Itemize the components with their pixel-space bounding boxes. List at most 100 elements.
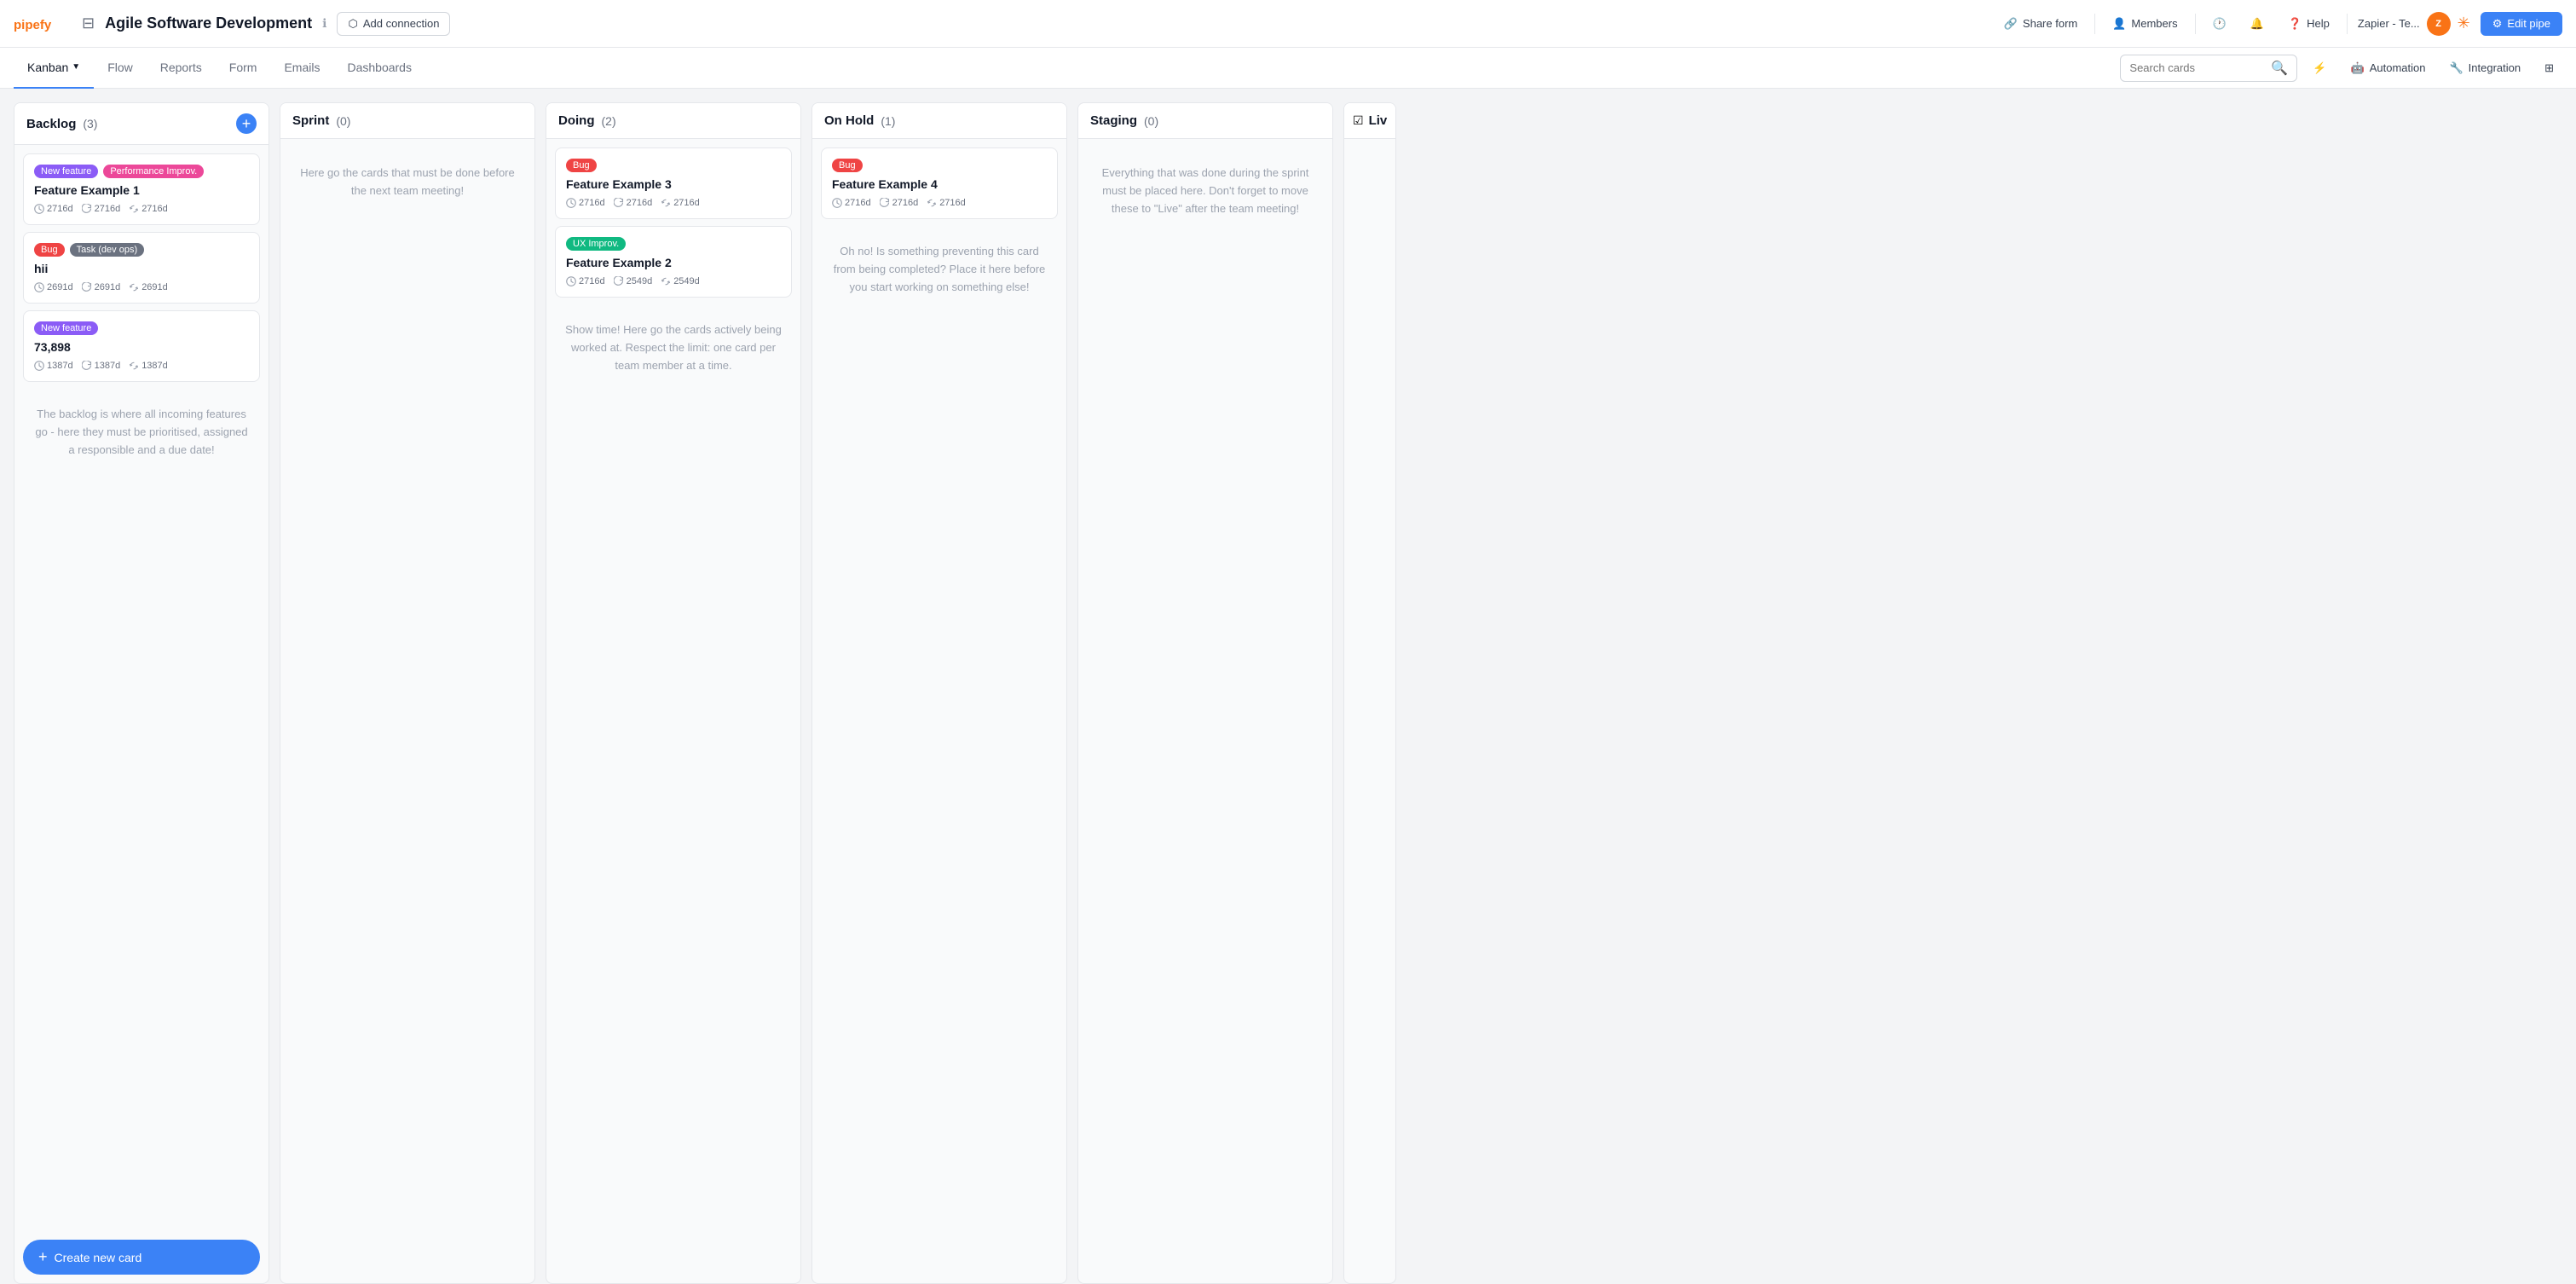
column-body-doing: Bug Feature Example 3 2716d 2716d 2716d UX Im… bbox=[546, 139, 800, 1283]
members-button[interactable]: 👤 Members bbox=[2105, 13, 2184, 35]
logo[interactable]: pipefy bbox=[14, 16, 65, 32]
card-backlog-2[interactable]: New feature73,8981387d1387d1387d bbox=[23, 310, 260, 382]
card-tag: Bug bbox=[566, 159, 597, 172]
kanban-board: Backlog (3) + New feature Performance Improv… bbox=[0, 89, 2576, 1284]
tab-form[interactable]: Form bbox=[216, 48, 271, 89]
column-body-staging: Everything that was done during the spri… bbox=[1078, 139, 1332, 1283]
nav-divider-2 bbox=[2195, 14, 2196, 34]
column-count-on-hold: (1) bbox=[881, 114, 895, 128]
column-count-doing: (2) bbox=[602, 114, 616, 128]
card-tag: Performance Improv. bbox=[103, 165, 204, 178]
tab-dashboards[interactable]: Dashboards bbox=[333, 48, 425, 89]
column-title-on-hold: On Hold bbox=[824, 113, 874, 128]
column-hint-backlog: The backlog is where all incoming featur… bbox=[23, 389, 260, 476]
notifications-button[interactable]: 🔔 bbox=[2244, 13, 2271, 35]
gear-icon: ⚙ bbox=[2492, 17, 2503, 31]
card-tag: New feature bbox=[34, 321, 98, 335]
column-hint-doing: Show time! Here go the cards actively be… bbox=[555, 304, 792, 391]
card-meta-item: 2716d bbox=[614, 198, 653, 208]
column-title-doing: Doing bbox=[558, 113, 595, 128]
tab-emails[interactable]: Emails bbox=[270, 48, 333, 89]
share-form-button[interactable]: 🔗 Share form bbox=[1997, 13, 2085, 35]
bell-icon: 🔔 bbox=[2250, 17, 2264, 31]
column-header-sprint: Sprint (0) bbox=[280, 103, 534, 139]
help-icon: ❓ bbox=[2288, 17, 2302, 31]
card-title: hii bbox=[34, 262, 249, 275]
info-icon[interactable]: ℹ bbox=[322, 16, 326, 31]
card-meta-item: 2691d bbox=[129, 282, 168, 292]
sub-nav-tools: 🔍 ⚡ 🤖 Automation 🔧 Integration ⊞ bbox=[2120, 55, 2562, 82]
asterisk-icon: ✳ bbox=[2458, 14, 2470, 32]
column-title-staging: Staging bbox=[1090, 113, 1137, 128]
card-meta-item: 2716d bbox=[566, 198, 605, 208]
card-doing-0[interactable]: Bug Feature Example 3 2716d 2716d 2716d bbox=[555, 147, 792, 219]
create-new-card-button[interactable]: +Create new card bbox=[23, 1240, 260, 1275]
card-backlog-1[interactable]: BugTask (dev ops)hii2691d2691d2691d bbox=[23, 232, 260, 304]
card-meta-item: 2716d bbox=[82, 204, 121, 214]
column-title-sprint: Sprint bbox=[292, 113, 329, 128]
column-body-backlog: New feature Performance Improv. Feature Ex… bbox=[14, 145, 269, 1231]
card-backlog-0[interactable]: New featurePerformance Improv.Feature Ex… bbox=[23, 153, 260, 225]
card-title: Feature Example 1 bbox=[34, 183, 249, 197]
column-count-sprint: (0) bbox=[336, 114, 350, 128]
card-meta-item: 1387d bbox=[34, 361, 73, 371]
filter-button[interactable]: ⚡ bbox=[2304, 57, 2335, 79]
card-title: 73,898 bbox=[34, 340, 249, 354]
column-count-backlog: (3) bbox=[83, 117, 97, 130]
column-footer-backlog: +Create new card bbox=[14, 1231, 269, 1283]
help-button[interactable]: ❓ Help bbox=[2281, 13, 2336, 35]
search-input[interactable] bbox=[2129, 61, 2266, 74]
plus-icon: + bbox=[38, 1248, 48, 1266]
column-header-backlog: Backlog (3) + bbox=[14, 103, 269, 145]
card-tag: Bug bbox=[832, 159, 863, 172]
clock-nav-button[interactable]: 🕐 bbox=[2206, 13, 2233, 35]
column-header-doing: Doing (2) bbox=[546, 103, 800, 139]
checkbox-icon: ☑ bbox=[1353, 113, 1364, 128]
column-hint-staging: Everything that was done during the spri… bbox=[1087, 147, 1324, 234]
svg-text:pipefy: pipefy bbox=[14, 18, 52, 32]
column-backlog: Backlog (3) + New feature Performance Improv… bbox=[14, 102, 269, 1284]
column-header-staging: Staging (0) bbox=[1078, 103, 1332, 139]
card-meta-item: 1387d bbox=[129, 361, 168, 371]
column-body-on-hold: BugFeature Example 42716d2716d2716dOh no… bbox=[812, 139, 1066, 1283]
column-doing: Doing (2) Bug Feature Example 3 2716d 2716d 27… bbox=[546, 102, 801, 1284]
card-meta-item: 2716d bbox=[129, 204, 168, 214]
card-meta-item: 2716d bbox=[832, 198, 871, 208]
card-tag: UX Improv. bbox=[566, 237, 626, 251]
filter-icon: ⚡ bbox=[2313, 61, 2326, 75]
sub-nav: Kanban ▼ Flow Reports Form Emails Dashbo… bbox=[0, 48, 2576, 89]
card-on-hold-0[interactable]: BugFeature Example 42716d2716d2716d bbox=[821, 147, 1058, 219]
edit-pipe-button[interactable]: ⚙ Edit pipe bbox=[2481, 12, 2562, 36]
column-count-staging: (0) bbox=[1144, 114, 1158, 128]
grid-view-button[interactable]: ⊞ bbox=[2536, 57, 2562, 79]
card-doing-1[interactable]: UX Improv.Feature Example 22716d2549d254… bbox=[555, 226, 792, 298]
partial-column-header: ☑ Liv bbox=[1344, 103, 1395, 139]
card-title: Feature Example 4 bbox=[832, 177, 1047, 191]
nav-divider-3 bbox=[2347, 14, 2348, 34]
column-staging: Staging (0) Everything that was done durin… bbox=[1077, 102, 1333, 1284]
tab-kanban[interactable]: Kanban ▼ bbox=[14, 48, 94, 89]
user-avatar: Z bbox=[2427, 12, 2451, 36]
automation-button[interactable]: 🤖 Automation bbox=[2342, 57, 2434, 79]
column-title-backlog: Backlog bbox=[26, 117, 76, 131]
card-meta-item: 2716d bbox=[927, 198, 966, 208]
integration-button[interactable]: 🔧 Integration bbox=[2440, 57, 2529, 79]
grid-icon: ⊞ bbox=[2544, 61, 2554, 75]
card-meta-item: 2549d bbox=[661, 276, 700, 286]
user-menu-button[interactable]: Zapier - Te... Z ✳ bbox=[2358, 12, 2470, 36]
card-title: Feature Example 3 bbox=[566, 177, 781, 191]
automation-icon: 🤖 bbox=[2351, 61, 2365, 75]
add-connection-button[interactable]: ⬡ Add connection bbox=[337, 12, 450, 36]
partial-column-live: ☑ Liv bbox=[1343, 102, 1396, 1284]
tab-reports[interactable]: Reports bbox=[147, 48, 216, 89]
tab-flow[interactable]: Flow bbox=[94, 48, 147, 89]
chevron-down-icon: ▼ bbox=[72, 62, 80, 72]
search-box[interactable]: 🔍 bbox=[2120, 55, 2297, 82]
column-add-button-backlog[interactable]: + bbox=[236, 113, 257, 134]
card-meta-item: 2549d bbox=[614, 276, 653, 286]
card-tag: Task (dev ops) bbox=[70, 243, 145, 257]
connection-icon: ⬡ bbox=[348, 17, 357, 31]
column-body-sprint: Here go the cards that must be done befo… bbox=[280, 139, 534, 1283]
partial-column-title: Liv bbox=[1369, 113, 1388, 128]
card-meta-item: 2716d bbox=[661, 198, 700, 208]
